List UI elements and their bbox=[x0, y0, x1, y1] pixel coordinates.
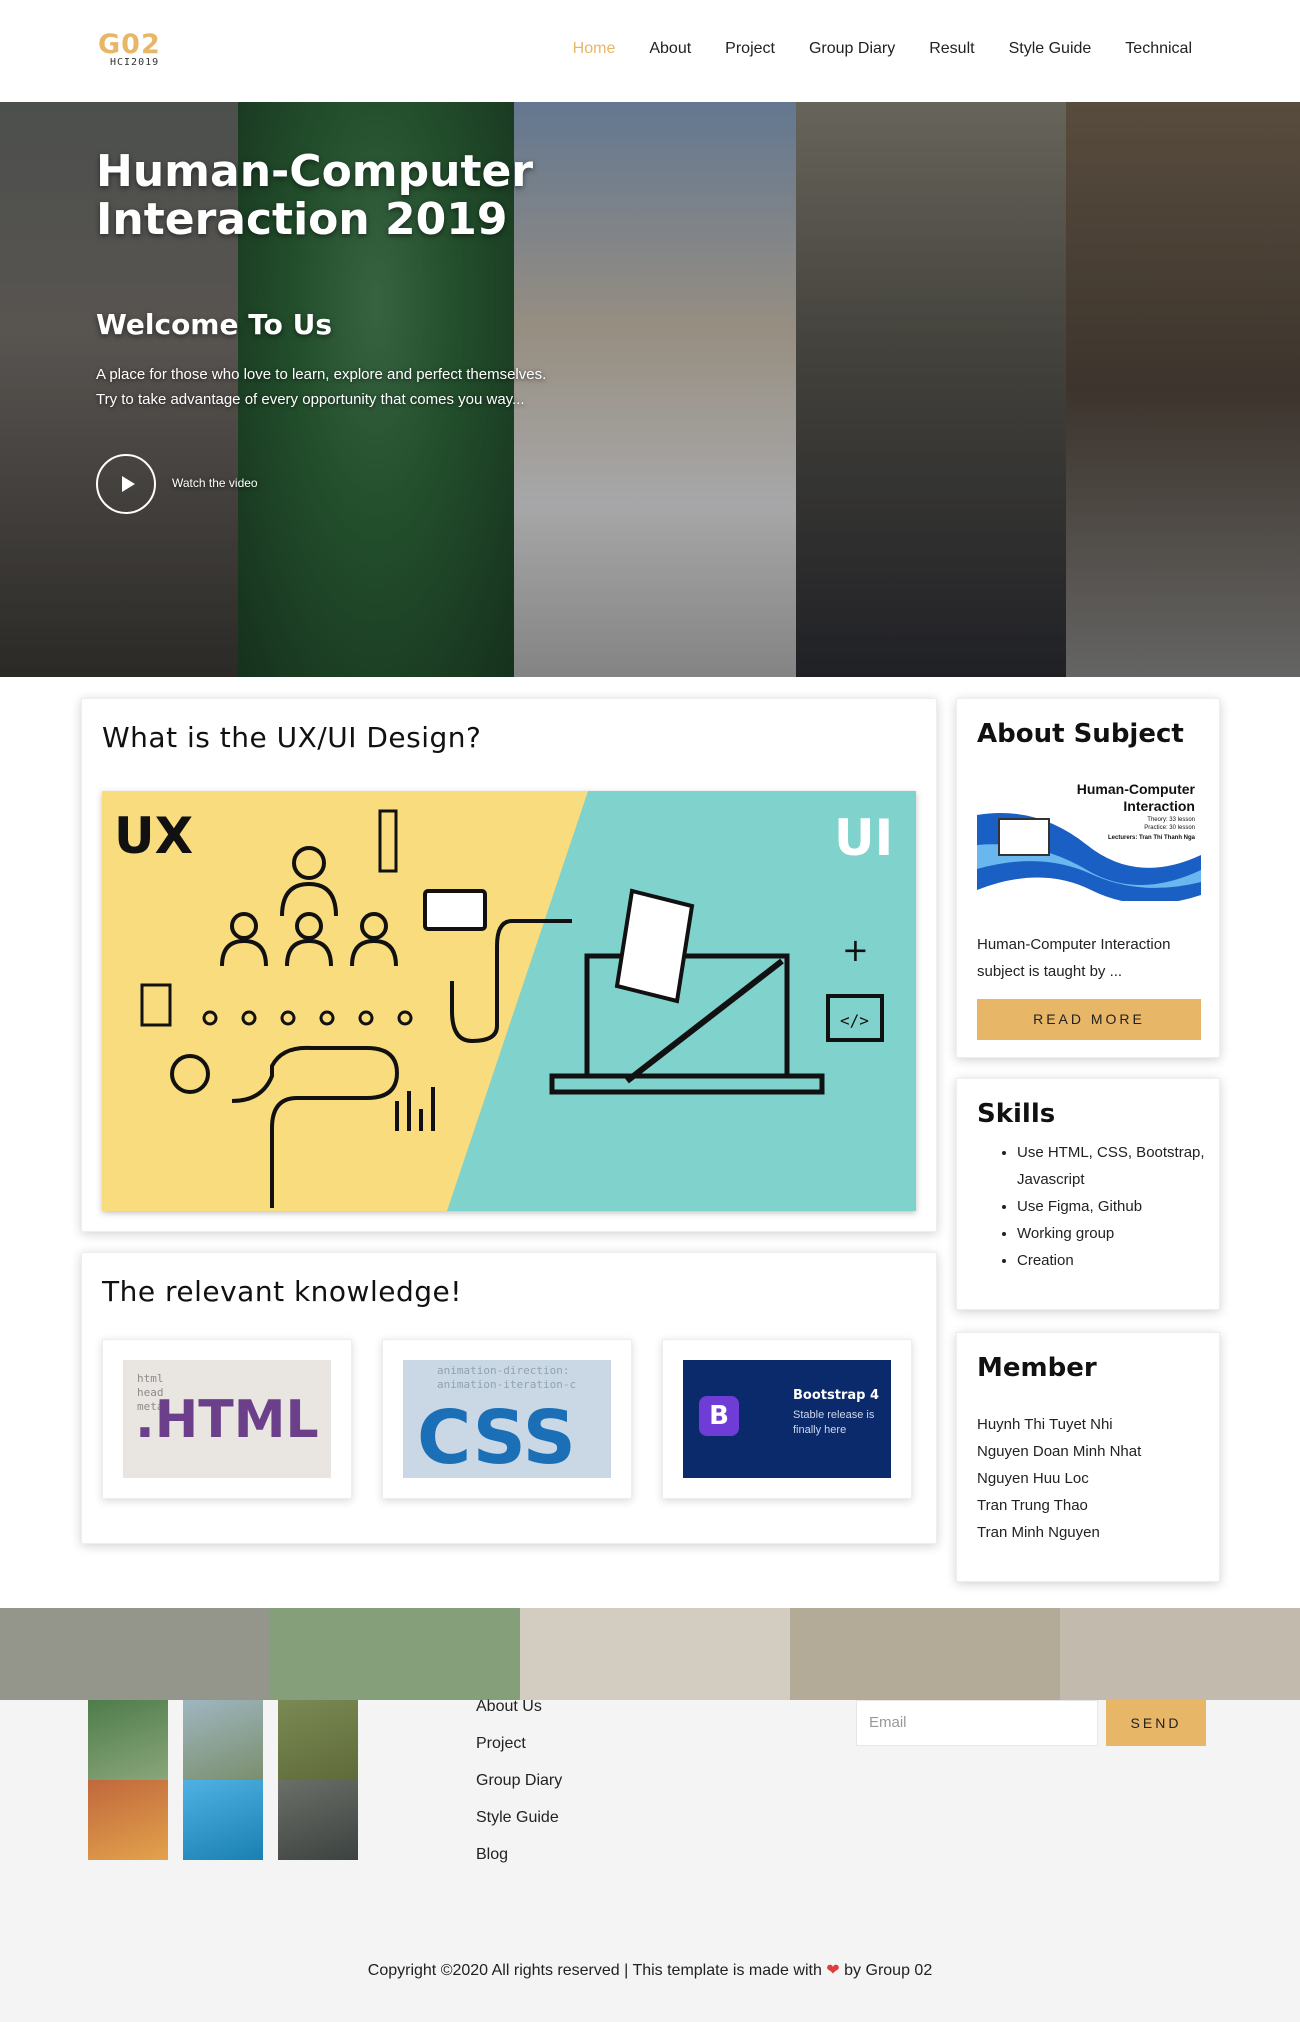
css-tile[interactable]: animation-direction: animation-iteration-… bbox=[382, 1339, 632, 1499]
member-item: Nguyen Huu Loc bbox=[977, 1470, 1089, 1487]
subject-banner-image: Human-Computer Interaction Theory: 33 le… bbox=[977, 775, 1201, 901]
bootstrap-tile[interactable]: B Bootstrap 4 Stable release is finally … bbox=[662, 1339, 912, 1499]
nav-group-diary[interactable]: Group Diary bbox=[809, 40, 895, 58]
knowledge-card: The relevant knowledge! html head meta .HT… bbox=[81, 1252, 937, 1544]
hero-section: Human-Computer Interaction 2019 Welcome … bbox=[0, 102, 1300, 677]
svg-text:+: + bbox=[842, 931, 869, 969]
site-header: G02 HCI2019 Home About Project Group Dia… bbox=[0, 0, 1300, 102]
member-item: Huynh Thi Tuyet Nhi bbox=[977, 1416, 1113, 1433]
footer-link-group-diary[interactable]: Group Diary bbox=[476, 1762, 562, 1799]
hero-subtitle: Welcome To Us bbox=[96, 308, 332, 341]
nav-about[interactable]: About bbox=[649, 40, 691, 58]
paper-icon bbox=[614, 888, 695, 1004]
member-list: Huynh Thi Tuyet Nhi Nguyen Doan Minh Nha… bbox=[977, 1411, 1141, 1546]
gallery-thumb-5[interactable] bbox=[183, 1780, 263, 1860]
play-video-button[interactable] bbox=[96, 454, 156, 514]
watch-video-link[interactable]: Watch the video bbox=[172, 476, 258, 490]
skill-item: Creation bbox=[1017, 1247, 1207, 1274]
ux-ui-svg: UX UI </> + bbox=[102, 791, 916, 1211]
footer-link-style-guide[interactable]: Style Guide bbox=[476, 1799, 562, 1836]
about-subject-text: Human-Computer Interaction subject is ta… bbox=[977, 936, 1171, 980]
gallery-thumb-2[interactable] bbox=[183, 1700, 263, 1780]
main-nav: Home About Project Group Diary Result St… bbox=[539, 40, 1192, 58]
nav-project[interactable]: Project bbox=[725, 40, 775, 58]
svg-text:</>: </> bbox=[840, 1011, 869, 1030]
member-item: Tran Minh Nguyen bbox=[977, 1524, 1100, 1541]
email-input[interactable]: Email bbox=[856, 1700, 1098, 1746]
site-footer: About Us Project Group Diary Style Guide… bbox=[0, 1698, 1300, 2022]
nav-home[interactable]: Home bbox=[573, 40, 616, 58]
gallery-thumb-1[interactable] bbox=[88, 1700, 168, 1780]
nav-result[interactable]: Result bbox=[929, 40, 974, 58]
about-subject-card: About Subject Human-Computer Interaction… bbox=[956, 698, 1220, 1058]
about-subject-title: About Subject bbox=[977, 719, 1184, 749]
skill-item: Use Figma, Github bbox=[1017, 1193, 1207, 1220]
skill-item: Use HTML, CSS, Bootstrap, Javascript bbox=[1017, 1139, 1207, 1193]
knowledge-title: The relevant knowledge! bbox=[102, 1275, 462, 1308]
hero-title: Human-Computer Interaction 2019 bbox=[96, 146, 534, 245]
html-tile[interactable]: html head meta .HTML bbox=[102, 1339, 352, 1499]
subject-banner-line-3: Lecturers: Tran Thi Thanh Nga bbox=[1107, 835, 1195, 841]
html-logo-text: .HTML bbox=[135, 1390, 319, 1450]
css-logo-text: CSS bbox=[417, 1395, 576, 1478]
footer-links: About Us Project Group Diary Style Guide… bbox=[476, 1698, 562, 1873]
footer-link-project[interactable]: Project bbox=[476, 1725, 562, 1762]
logo-main: G02 bbox=[98, 29, 161, 60]
ux-ui-illustration: UX UI </> + bbox=[102, 791, 916, 1211]
skill-item: Working group bbox=[1017, 1220, 1207, 1247]
member-item: Nguyen Doan Minh Nhat bbox=[977, 1443, 1142, 1460]
bootstrap-logo-icon: B bbox=[699, 1396, 739, 1436]
logo-sub: HCI2019 bbox=[110, 57, 160, 68]
heart-icon: ❤ bbox=[826, 1962, 840, 1979]
subject-banner-title: Human-Computer Interaction bbox=[1076, 781, 1195, 814]
member-card: Member Huynh Thi Tuyet Nhi Nguyen Doan M… bbox=[956, 1332, 1220, 1582]
skills-list: Use HTML, CSS, Bootstrap, Javascript Use… bbox=[977, 1139, 1207, 1274]
footer-link-about-us[interactable]: About Us bbox=[476, 1688, 562, 1725]
nav-technical[interactable]: Technical bbox=[1125, 40, 1192, 58]
footer-link-blog[interactable]: Blog bbox=[476, 1836, 562, 1873]
gallery-thumb-6[interactable] bbox=[278, 1780, 358, 1860]
bootstrap-subtitle: Stable release is finally here bbox=[793, 1409, 875, 1436]
ui-label: UI bbox=[834, 809, 893, 867]
hero-text: A place for those who love to learn, exp… bbox=[96, 366, 547, 408]
css-image: animation-direction: animation-iteration-… bbox=[403, 1360, 611, 1478]
copyright-author: by Group 02 bbox=[844, 1962, 933, 1979]
ux-label: UX bbox=[114, 807, 193, 865]
member-item: Tran Trung Thao bbox=[977, 1497, 1088, 1514]
footer-photo-band bbox=[0, 1608, 1300, 1700]
html-image: html head meta .HTML bbox=[123, 1360, 331, 1478]
ux-ui-title: What is the UX/UI Design? bbox=[102, 721, 482, 754]
logo[interactable]: G02 HCI2019 bbox=[98, 29, 188, 68]
gallery-thumb-3[interactable] bbox=[278, 1700, 358, 1780]
chat-icon bbox=[423, 889, 487, 931]
ux-ui-card: What is the UX/UI Design? UX UI </> + bbox=[81, 698, 937, 1232]
nav-style-guide[interactable]: Style Guide bbox=[1009, 40, 1092, 58]
gallery-thumb-4[interactable] bbox=[88, 1780, 168, 1860]
skills-title: Skills bbox=[977, 1099, 1056, 1129]
skills-card: Skills Use HTML, CSS, Bootstrap, Javascr… bbox=[956, 1078, 1220, 1310]
subject-banner-line-2: Practice: 30 lesson bbox=[1144, 825, 1195, 831]
member-title: Member bbox=[977, 1353, 1097, 1383]
bootstrap-title: Bootstrap 4 bbox=[793, 1388, 879, 1403]
bootstrap-image: B Bootstrap 4 Stable release is finally … bbox=[683, 1360, 891, 1478]
subject-banner-line-1: Theory: 33 lesson bbox=[1147, 817, 1195, 823]
copyright: Copyright ©2020 All rights reserved | Th… bbox=[0, 1960, 1300, 1980]
read-more-button[interactable]: READ MORE bbox=[977, 999, 1201, 1040]
copyright-text: Copyright ©2020 All rights reserved | Th… bbox=[367, 1962, 822, 1979]
send-button[interactable]: SEND bbox=[1106, 1700, 1206, 1746]
